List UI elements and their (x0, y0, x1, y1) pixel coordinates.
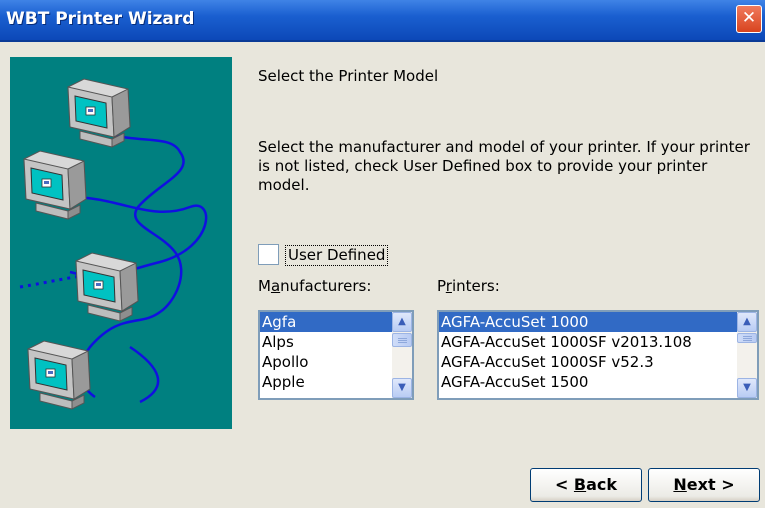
scroll-up-button[interactable]: ▲ (737, 312, 757, 332)
page-description: Select the manufacturer and model of you… (258, 138, 750, 194)
close-icon: ✕ (741, 8, 757, 28)
printers-label: Printers: (437, 277, 500, 295)
printers-listbox[interactable]: AGFA-AccuSet 1000 AGFA-AccuSet 1000SF v2… (437, 310, 759, 400)
list-item[interactable]: Apollo (260, 352, 392, 372)
chevron-up-icon: ▲ (398, 316, 406, 327)
checkbox-box[interactable] (258, 244, 279, 265)
list-item[interactable]: AGFA-AccuSet 1000SF v52.3 (439, 352, 737, 372)
list-item[interactable]: Apple (260, 372, 392, 392)
wizard-body: Select the Printer Model Select the manu… (0, 42, 765, 508)
chevron-up-icon: ▲ (743, 316, 751, 327)
back-button[interactable]: < Back (530, 468, 642, 502)
printers-scrollbar[interactable]: ▲ ▼ (737, 312, 757, 398)
list-item[interactable]: AGFA-AccuSet 1000 (439, 312, 737, 332)
scroll-up-button[interactable]: ▲ (392, 312, 412, 332)
list-item[interactable]: AGFA-AccuSet 1000SF v2013.108 (439, 332, 737, 352)
close-button[interactable]: ✕ (736, 5, 762, 33)
list-item[interactable]: AGFA-AccuSet 1500 (439, 372, 737, 392)
scroll-down-button[interactable]: ▼ (392, 378, 412, 398)
manufacturers-listbox[interactable]: Agfa Alps Apollo Apple ▲ ▼ (258, 310, 414, 400)
manufacturers-scrollbar[interactable]: ▲ ▼ (392, 312, 412, 398)
chevron-down-icon: ▼ (398, 382, 406, 393)
user-defined-label[interactable]: User Defined (285, 245, 389, 266)
chevron-down-icon: ▼ (743, 382, 751, 393)
page-heading: Select the Printer Model (258, 67, 439, 85)
list-item[interactable]: Agfa (260, 312, 392, 332)
window-title: WBT Printer Wizard (6, 9, 195, 29)
title-bar[interactable]: WBT Printer Wizard ✕ (0, 0, 765, 42)
scroll-down-button[interactable]: ▼ (737, 378, 757, 398)
next-button[interactable]: Next > (648, 468, 760, 502)
list-item[interactable]: Alps (260, 332, 392, 352)
manufacturers-label: Manufacturers: (258, 277, 372, 295)
scroll-thumb[interactable] (737, 333, 757, 343)
wizard-illustration (10, 57, 232, 429)
network-computers-illustration (19, 78, 208, 410)
scroll-thumb[interactable] (392, 333, 412, 347)
